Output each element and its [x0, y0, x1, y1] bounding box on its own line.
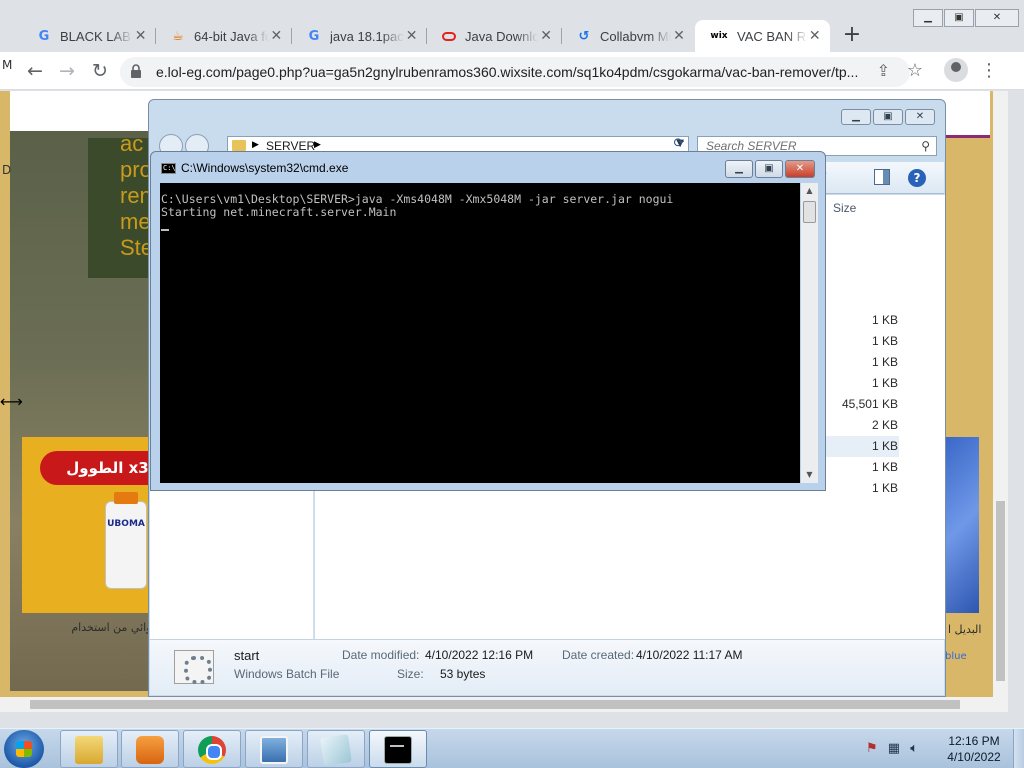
- oracle-icon: [441, 28, 457, 44]
- close-tab-icon[interactable]: ✕: [269, 28, 284, 44]
- start-button[interactable]: [4, 730, 44, 768]
- lock-icon: [131, 64, 141, 78]
- window-title: C:\Windows\system32\cmd.exe: [181, 161, 349, 175]
- tab-black-lab[interactable]: G BLACK LAB - ✕: [22, 20, 156, 52]
- explorer-window-controls: ▁ ▣ ✕: [839, 109, 935, 125]
- google-icon: G: [308, 28, 320, 44]
- java-icon: ☕: [172, 28, 184, 44]
- selected-file-name: start: [234, 648, 260, 663]
- taskbar-app-cmd[interactable]: [369, 730, 427, 768]
- wix-icon: wix: [710, 31, 728, 41]
- bookmark-star-icon[interactable]: ☆: [902, 59, 928, 85]
- right-ad-caption: البديل ا: [948, 623, 982, 636]
- console-line: Starting net.minecraft.server.Main: [161, 205, 397, 219]
- show-desktop-button[interactable]: [1013, 729, 1024, 768]
- taskbar-app-photo-viewer[interactable]: [245, 730, 303, 768]
- clock-time: 12:16 PM: [948, 734, 1000, 748]
- maximize-icon[interactable]: ▣: [755, 160, 783, 178]
- page-horizontal-scrollbar[interactable]: [0, 697, 1008, 712]
- close-tab-icon[interactable]: ✕: [538, 28, 554, 44]
- scroll-down-icon[interactable]: ▼: [801, 467, 818, 483]
- taskbar-app-chrome[interactable]: [183, 730, 241, 768]
- close-icon[interactable]: ✕: [975, 9, 1019, 27]
- maximize-icon[interactable]: ▣: [873, 109, 903, 125]
- volume-icon[interactable]: 🔈︎: [910, 741, 918, 756]
- taskbar-clock[interactable]: 12:16 PM 4/10/2022: [938, 733, 1010, 765]
- breadcrumb-arrow-icon: ▶: [314, 140, 321, 150]
- minimize-icon[interactable]: ▁: [841, 109, 871, 125]
- back-arrow-icon[interactable]: ←: [22, 59, 48, 85]
- console-scrollbar[interactable]: ▲ ▼: [801, 183, 818, 483]
- minimize-icon[interactable]: ▁: [913, 9, 943, 27]
- supplement-bottle-image: [105, 492, 147, 589]
- details-pane: start Windows Batch File Date modified: …: [150, 639, 944, 695]
- close-tab-icon[interactable]: ✕: [808, 28, 823, 44]
- tab-java-download[interactable]: Java Downlo ✕: [427, 20, 562, 52]
- system-tray: ⚑ ▦ 🔈︎: [866, 741, 918, 756]
- date-modified-value: 4/10/2022 12:16 PM: [425, 648, 534, 662]
- cmd-titlebar[interactable]: C:\ C:\Windows\system32\cmd.exe ▁ ▣ ✕: [151, 152, 825, 180]
- chrome-icon: [198, 736, 226, 764]
- network-icon[interactable]: ▦: [888, 741, 900, 756]
- tab-vac-ban-remover[interactable]: wix VAC BAN RE ✕: [695, 20, 830, 52]
- tab-collabvm[interactable]: ↺ Collabvm Mi ✕: [562, 20, 695, 52]
- google-icon: G: [38, 28, 50, 44]
- column-header-size[interactable]: Size: [833, 201, 856, 215]
- clock-date: 4/10/2022: [947, 750, 1001, 764]
- preview-pane-icon[interactable]: [874, 169, 890, 185]
- date-created-value: 4/10/2022 11:17 AM: [636, 648, 743, 662]
- share-icon[interactable]: ⇪: [877, 61, 890, 80]
- folder-icon: [75, 736, 103, 764]
- batch-file-gear-icon: [174, 650, 214, 684]
- advertisement-right[interactable]: [945, 437, 979, 613]
- taskbar-app-explorer[interactable]: [60, 730, 118, 768]
- file-size-value: 53 bytes: [440, 667, 486, 681]
- tab-strip: G BLACK LAB - ✕ ☕ 64-bit Java fo ✕ G jav…: [0, 0, 1024, 52]
- photo-viewer-icon: [260, 736, 288, 764]
- menu-kebab-icon[interactable]: ⋮: [980, 58, 998, 84]
- new-tab-button[interactable]: +: [840, 24, 864, 48]
- console-output[interactable]: C:\Users\vm1\Desktop\SERVER>java -Xms404…: [160, 183, 800, 483]
- close-icon[interactable]: ✕: [905, 109, 935, 125]
- minimize-icon[interactable]: ▁: [725, 160, 753, 178]
- cmd-window-controls: ▁ ▣ ✕: [723, 160, 815, 178]
- browser-toolbar: ← → ↻ e.lol-eg.com/page0.php?ua=ga5n2gny…: [0, 52, 1024, 90]
- text-cursor: [161, 229, 169, 231]
- cmd-icon[interactable]: C:\: [161, 163, 176, 174]
- maximize-icon[interactable]: ▣: [944, 9, 974, 27]
- scroll-up-icon[interactable]: ▲: [801, 183, 818, 199]
- help-icon[interactable]: ?: [908, 169, 926, 187]
- collabvm-icon: ↺: [578, 28, 590, 44]
- tab-java-18[interactable]: G java 18.1pack ✕: [292, 20, 427, 52]
- url-text: e.lol-eg.com/page0.php?ua=ga5n2gnylruben…: [156, 64, 859, 80]
- page-vertical-scrollbar[interactable]: [993, 91, 1008, 697]
- close-tab-icon[interactable]: ✕: [671, 28, 687, 44]
- address-bar[interactable]: e.lol-eg.com/page0.php?ua=ga5n2gnylruben…: [120, 57, 910, 87]
- taskbar-app-media-player[interactable]: [121, 730, 179, 768]
- folder-icon: [232, 140, 246, 151]
- taskbar-app-notepad[interactable]: [307, 730, 365, 768]
- breadcrumb-arrow-icon: ▶: [252, 140, 259, 150]
- media-player-icon: [136, 736, 164, 764]
- profile-avatar-icon[interactable]: [944, 58, 968, 82]
- chrome-window-controls: ▁ ▣ ✕: [912, 9, 1019, 29]
- close-icon[interactable]: ✕: [785, 160, 815, 178]
- cmd-icon: [384, 736, 412, 764]
- resize-cursor-icon: ⟷: [0, 392, 23, 411]
- reload-icon[interactable]: ↻: [87, 59, 113, 85]
- forward-arrow-icon[interactable]: →: [54, 59, 80, 85]
- tab-java-64bit[interactable]: ☕ 64-bit Java fo ✕: [156, 20, 292, 52]
- search-icon: ⚲: [921, 139, 930, 153]
- right-ad-link[interactable]: blue: [945, 651, 967, 662]
- taskbar: ⚑ ▦ 🔈︎ 12:16 PM 4/10/2022: [0, 728, 1024, 768]
- notepad-icon: [320, 734, 352, 766]
- close-tab-icon[interactable]: ✕: [133, 28, 148, 44]
- close-tab-icon[interactable]: ✕: [404, 28, 419, 44]
- cmd-window: C:\ C:\Windows\system32\cmd.exe ▁ ▣ ✕ C:…: [150, 151, 826, 491]
- selected-file-type: Windows Batch File: [234, 667, 340, 681]
- action-center-flag-icon[interactable]: ⚑: [866, 741, 878, 756]
- scroll-thumb[interactable]: [803, 201, 816, 223]
